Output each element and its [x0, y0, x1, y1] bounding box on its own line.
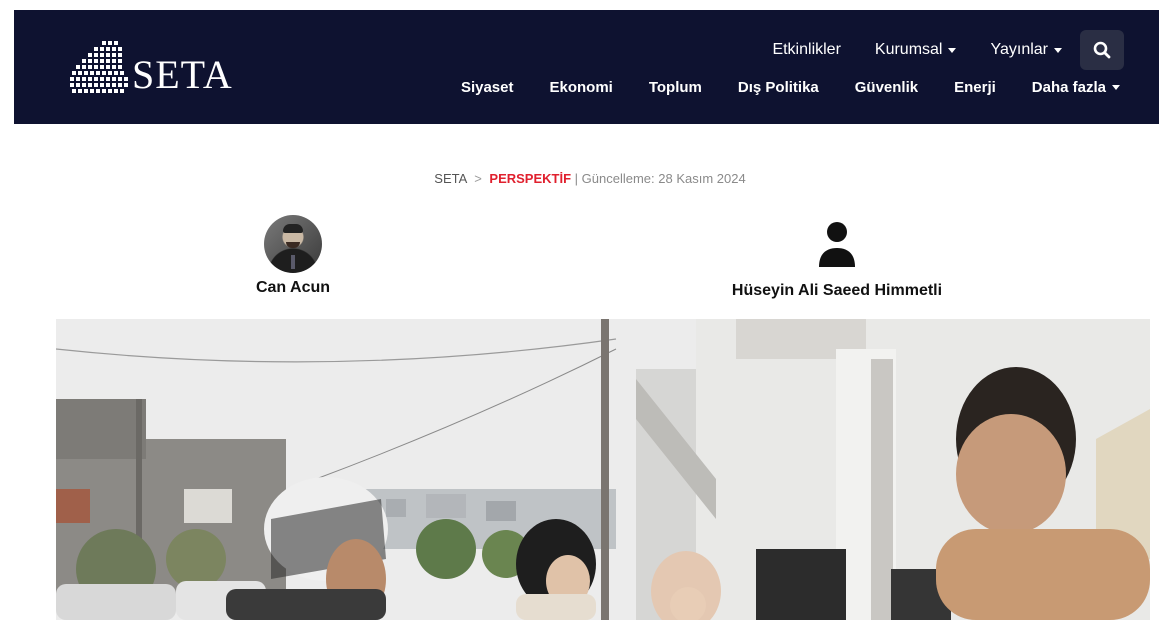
- nav-label: Dış Politika: [737, 79, 819, 96]
- author-card[interactable]: Can Acun: [241, 215, 345, 297]
- nav-etkinlikler[interactable]: Etkinlikler: [772, 41, 840, 59]
- nav-siyaset[interactable]: Siyaset: [461, 79, 514, 96]
- nav-label: Etkinlikler: [772, 41, 841, 58]
- caret-down-icon: [1054, 47, 1062, 53]
- page-frame: SETA Etkinlikler Kurumsal Yayınlar Siyas…: [0, 0, 1166, 620]
- author-avatar-photo[interactable]: [264, 215, 322, 273]
- logo-text: SETA: [132, 51, 233, 97]
- hero-photo-illustration: [56, 319, 1150, 620]
- nav-label: Ekonomi: [549, 79, 613, 96]
- nav-label: Güvenlik: [854, 79, 919, 96]
- nav-toplum[interactable]: Toplum: [649, 79, 702, 96]
- site-logo[interactable]: SETA: [66, 32, 233, 102]
- article-hero-image: [56, 319, 1150, 620]
- nav-label: Toplum: [648, 79, 702, 96]
- breadcrumb: SETA > PERSPEKTİF | Güncelleme: 28 Kasım…: [7, 171, 1159, 186]
- nav-ekonomi[interactable]: Ekonomi: [550, 79, 613, 96]
- nav-enerji[interactable]: Enerji: [954, 79, 996, 96]
- updated-date: Güncelleme: 28 Kasım 2024: [581, 171, 746, 186]
- caret-down-icon: [1112, 85, 1120, 90]
- nav-label: Yayınlar: [990, 41, 1048, 58]
- nav-kurumsal-dropdown[interactable]: Kurumsal: [875, 41, 957, 59]
- breadcrumb-home-link[interactable]: SETA: [434, 171, 466, 186]
- author-name[interactable]: Can Acun: [241, 279, 345, 297]
- search-button[interactable]: [1080, 30, 1124, 70]
- author-card[interactable]: Hüseyin Ali Saeed Himmetli: [687, 215, 987, 300]
- caret-down-icon: [948, 47, 957, 53]
- author-name[interactable]: Hüseyin Ali Saeed Himmetli: [687, 282, 987, 300]
- nav-yayinlar-dropdown[interactable]: Yayınlar: [990, 41, 1062, 59]
- nav-daha-fazla-dropdown[interactable]: Daha fazla: [1032, 79, 1120, 96]
- avatar-tie: [291, 255, 295, 269]
- breadcrumb-divider: |: [574, 171, 579, 186]
- user-icon[interactable]: [817, 221, 857, 269]
- site-header: SETA Etkinlikler Kurumsal Yayınlar Siyas…: [14, 10, 1159, 124]
- nav-label: Enerji: [954, 79, 996, 96]
- avatar-hair: [283, 224, 303, 233]
- top-nav: Etkinlikler Kurumsal Yayınlar: [738, 30, 1124, 70]
- globe-logo-icon: [70, 41, 128, 93]
- nav-dis-politika[interactable]: Dış Politika: [738, 79, 819, 96]
- avatar-beard: [286, 242, 300, 248]
- nav-guvenlik[interactable]: Güvenlik: [855, 79, 918, 96]
- search-icon: [1093, 41, 1111, 59]
- breadcrumb-separator: >: [474, 171, 482, 186]
- nav-label: Siyaset: [460, 79, 514, 96]
- breadcrumb-category-link[interactable]: PERSPEKTİF: [489, 171, 571, 186]
- nav-label: Kurumsal: [874, 41, 943, 58]
- main-nav: Siyaset Ekonomi Toplum Dış Politika Güve…: [425, 79, 1120, 96]
- nav-label: Daha fazla: [1031, 79, 1106, 96]
